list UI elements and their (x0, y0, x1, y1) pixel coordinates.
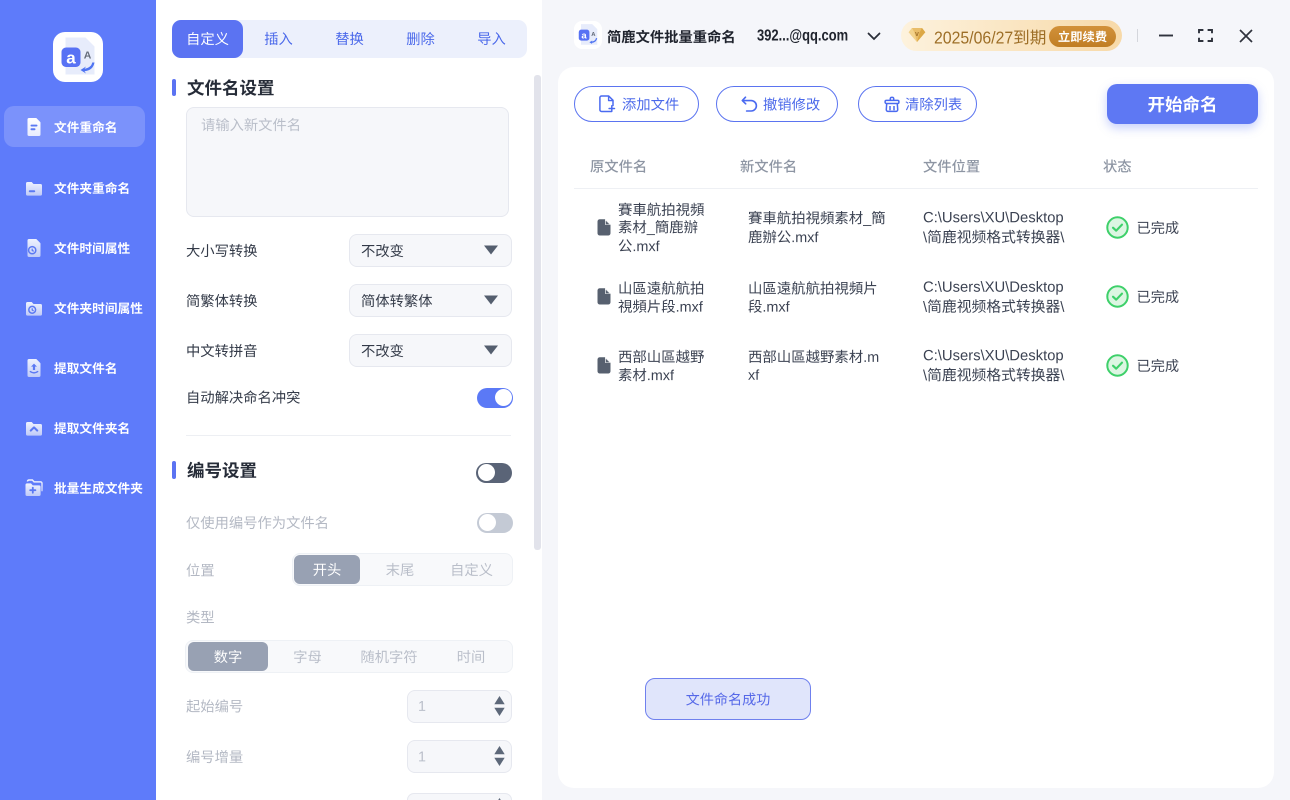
svg-text:A: A (591, 32, 596, 38)
svg-text:v: v (915, 31, 919, 38)
svg-text:a: a (581, 31, 587, 42)
svg-text:a: a (66, 49, 76, 68)
svg-text:A: A (84, 50, 92, 62)
